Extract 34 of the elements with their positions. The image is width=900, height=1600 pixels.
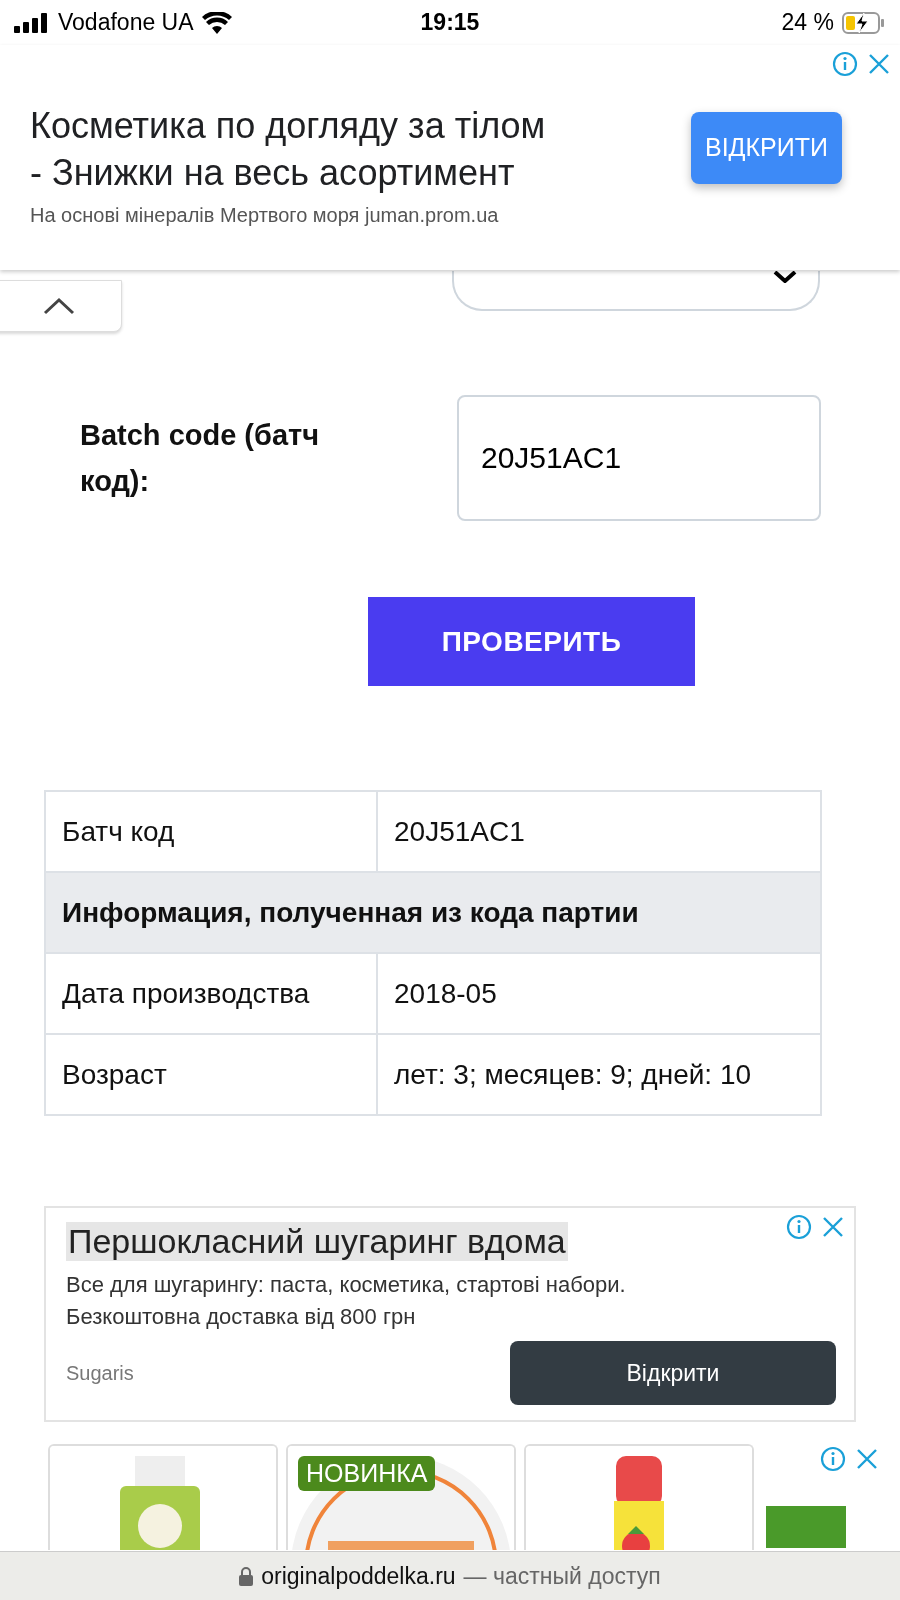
clock-time: 19:15 xyxy=(419,9,481,36)
chevron-down-icon xyxy=(772,271,798,283)
info-icon[interactable] xyxy=(832,51,858,77)
lock-icon xyxy=(239,1566,254,1586)
ad-title[interactable]: Косметика по догляду за тілом - Знижки на весь асортимент xyxy=(30,102,560,196)
ad-title[interactable]: Першокласний шугаринг вдома xyxy=(66,1222,568,1261)
ad-subtitle: На основі мінералів Мертвого моря juman.prom.ua xyxy=(30,204,500,227)
check-button[interactable]: ПРОВЕРИТЬ xyxy=(368,597,695,686)
open-button[interactable]: Відкрити xyxy=(510,1341,836,1405)
table-cell: Батч код xyxy=(45,791,377,872)
product-card[interactable]: НОВИНКА xyxy=(286,1444,516,1550)
table-cell: Возраст xyxy=(45,1034,377,1115)
ad-text: Все для шугарингу: паста, косметика, стартові набори. Безкоштовна доставка від 800 грн xyxy=(66,1271,627,1331)
new-badge: НОВИНКА xyxy=(298,1456,436,1491)
address-bar[interactable]: originalpoddelka.ru — частный доступ xyxy=(0,1551,900,1600)
table-cell: Дата производства xyxy=(45,953,377,1034)
info-icon[interactable] xyxy=(820,1446,846,1472)
signal-icon xyxy=(14,12,50,33)
carrier-name: Vodafone UA xyxy=(58,9,194,36)
batch-code-label: Batch code (батч код): xyxy=(80,418,321,499)
battery-percent: 24 % xyxy=(781,9,834,36)
table-cell: 2018-05 xyxy=(377,953,821,1034)
batch-code-field[interactable]: 20J51AC1 xyxy=(457,395,821,521)
table-cell: 20J51AC1 xyxy=(377,791,821,872)
logo-icon xyxy=(766,1506,846,1548)
chevron-up-icon xyxy=(42,296,76,316)
advertiser-name: Sugaris xyxy=(66,1361,134,1385)
table-heading: Информация, полученная из кода партии xyxy=(45,872,821,953)
collapse-button[interactable] xyxy=(0,280,122,332)
wifi-icon xyxy=(201,11,232,34)
site-domain: originalpoddelka.ru xyxy=(261,1562,456,1590)
access-note: — частный доступ xyxy=(463,1562,661,1590)
table-cell: лет: 3; месяцев: 9; дней: 10 xyxy=(377,1034,821,1115)
info-icon[interactable] xyxy=(786,1214,812,1240)
